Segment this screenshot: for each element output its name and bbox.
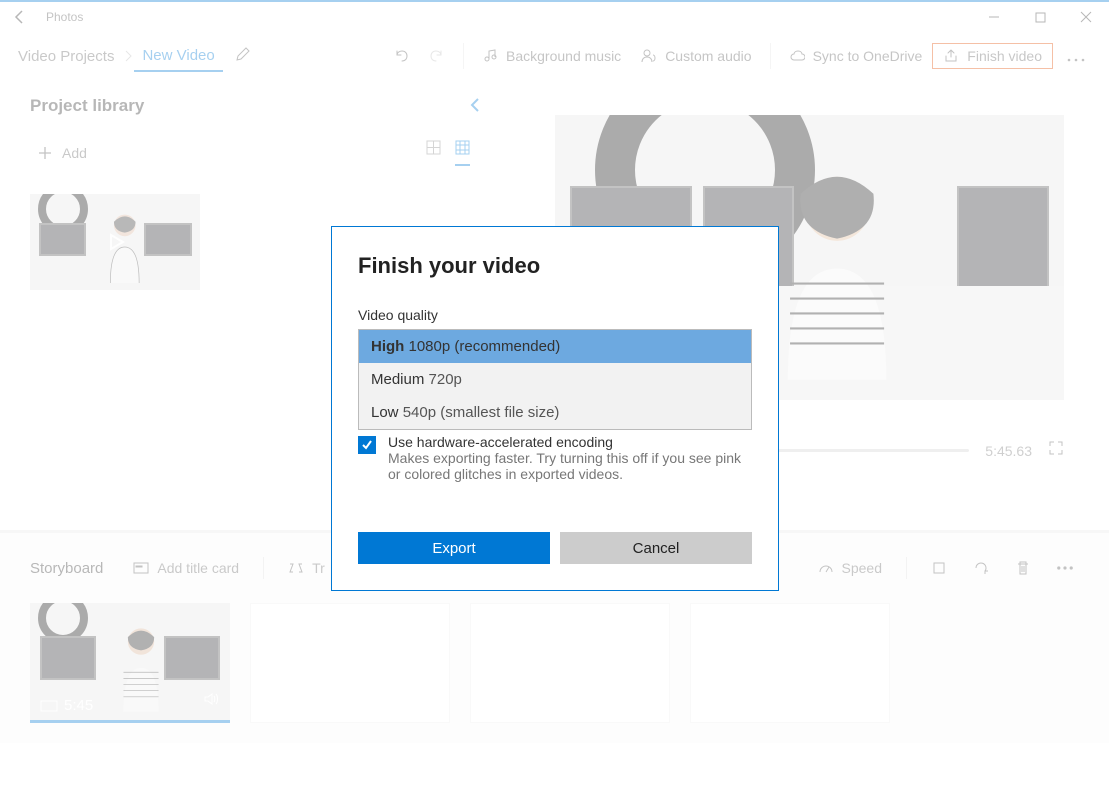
clip-audio-icon — [202, 690, 220, 713]
trim-icon — [288, 560, 304, 576]
chevron-right-icon — [124, 49, 132, 63]
trim-button[interactable]: Tr — [282, 556, 331, 580]
time-total: 5:45.63 — [985, 443, 1032, 459]
storyboard-clip[interactable]: 5:45 — [30, 603, 230, 723]
minimize-icon — [988, 11, 1000, 23]
export-button[interactable]: Export — [358, 532, 550, 564]
quality-option-medium[interactable]: Medium 720p — [359, 363, 751, 396]
more-icon — [1057, 560, 1073, 576]
quality-option-low[interactable]: Low 540p (smallest file size) — [359, 396, 751, 429]
redo-button[interactable] — [419, 42, 455, 70]
clip-duration: 5:45 — [40, 697, 93, 714]
finish-video-button[interactable]: Finish video — [932, 43, 1053, 69]
tab-new-video[interactable]: New Video — [134, 41, 222, 72]
rename-button[interactable] — [223, 46, 263, 67]
duration-icon — [40, 700, 58, 712]
rotate-icon — [973, 560, 989, 576]
view-large-icon[interactable] — [426, 140, 441, 166]
quality-label: Video quality — [358, 307, 752, 323]
dialog-title: Finish your video — [358, 253, 752, 279]
app-title: Photos — [40, 10, 83, 24]
tab-video-projects[interactable]: Video Projects — [10, 42, 122, 71]
command-bar: Video Projects New Video Background musi… — [0, 32, 1109, 80]
library-title: Project library — [30, 96, 144, 116]
hw-accel-checkbox[interactable] — [358, 436, 376, 454]
delete-button[interactable] — [1009, 556, 1037, 580]
plus-icon — [38, 146, 52, 160]
maximize-icon — [1035, 12, 1046, 23]
sync-onedrive-button[interactable]: Sync to OneDrive — [779, 42, 933, 70]
cloud-icon — [789, 48, 805, 64]
audio-person-icon — [641, 48, 657, 64]
quality-combo[interactable]: High 1080p (recommended) Medium 720p Low… — [358, 329, 752, 430]
chevron-left-icon — [470, 97, 480, 113]
undo-icon — [393, 48, 409, 64]
custom-audio-button[interactable]: Custom audio — [631, 42, 761, 70]
storyboard-overflow-button[interactable] — [1051, 556, 1079, 580]
storyboard-slot[interactable] — [470, 603, 670, 723]
rotate-button[interactable] — [967, 556, 995, 580]
minimize-button[interactable] — [971, 2, 1017, 32]
hw-accel-label: Use hardware-accelerated encoding — [388, 434, 752, 450]
title-card-icon — [133, 560, 149, 576]
overflow-button[interactable] — [1053, 46, 1099, 67]
speed-button[interactable]: Speed — [812, 556, 888, 580]
speed-icon — [818, 560, 834, 576]
quality-option-high[interactable]: High 1080p (recommended) — [359, 330, 751, 363]
add-title-card-button[interactable]: Add title card — [127, 556, 245, 580]
crop-button[interactable] — [925, 556, 953, 580]
background-music-button[interactable]: Background music — [472, 42, 631, 70]
collapse-button[interactable] — [470, 97, 480, 116]
finish-video-dialog: Finish your video Video quality High 108… — [331, 226, 779, 591]
add-button[interactable]: Add — [30, 141, 95, 165]
check-icon — [361, 439, 373, 451]
close-button[interactable] — [1063, 2, 1109, 32]
storyboard-label: Storyboard — [30, 560, 113, 577]
library-clip[interactable] — [30, 194, 200, 290]
music-icon — [482, 48, 498, 64]
arrow-left-icon — [12, 9, 28, 25]
storyboard-slot[interactable] — [690, 603, 890, 723]
hw-accel-desc: Makes exporting faster. Try turning this… — [388, 450, 752, 482]
storyboard-slot[interactable] — [250, 603, 450, 723]
more-icon — [1067, 58, 1085, 62]
maximize-button[interactable] — [1017, 2, 1063, 32]
close-icon — [1080, 11, 1092, 23]
crop-icon — [931, 560, 947, 576]
speaker-icon — [202, 690, 220, 708]
export-icon — [943, 48, 959, 64]
view-small-icon[interactable] — [455, 140, 470, 166]
cancel-button[interactable]: Cancel — [560, 532, 752, 564]
undo-button[interactable] — [383, 42, 419, 70]
pencil-icon — [235, 46, 251, 62]
redo-icon — [429, 48, 445, 64]
back-button[interactable] — [0, 9, 40, 25]
play-icon — [103, 230, 127, 254]
trash-icon — [1015, 560, 1031, 576]
fullscreen-icon — [1048, 440, 1064, 456]
fullscreen-button[interactable] — [1048, 440, 1064, 461]
title-bar: Photos — [0, 0, 1109, 32]
